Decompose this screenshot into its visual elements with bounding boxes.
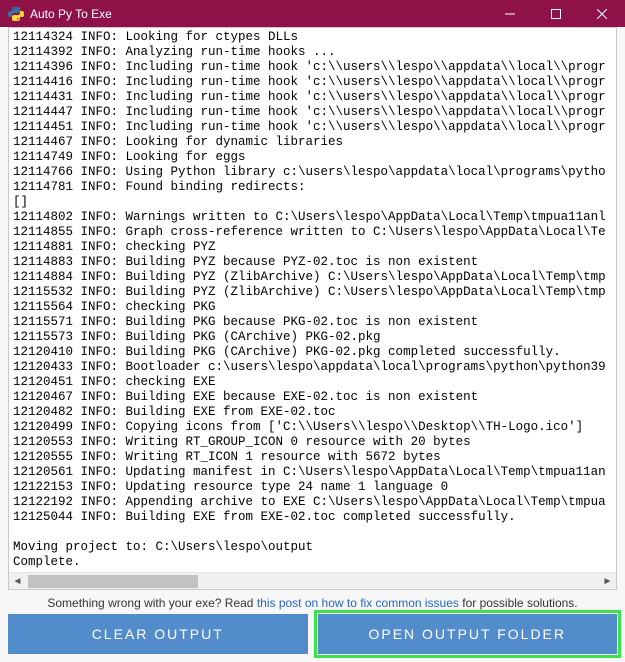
open-output-folder-button[interactable]: OPEN OUTPUT FOLDER xyxy=(318,614,618,654)
scroll-left-icon[interactable]: ◄ xyxy=(9,573,26,590)
footer-note: Something wrong with your exe? Read this… xyxy=(8,590,617,614)
footer-text-prefix: Something wrong with your exe? Read xyxy=(47,596,256,610)
minimize-button[interactable] xyxy=(487,0,533,27)
footer-text-suffix: for possible solutions. xyxy=(459,596,578,610)
horizontal-scrollbar[interactable]: ◄ ► xyxy=(9,572,616,589)
maximize-button[interactable] xyxy=(533,0,579,27)
output-log[interactable]: 12114324 INFO: Looking for ctypes DLLs 1… xyxy=(9,28,616,572)
close-button[interactable] xyxy=(579,0,625,27)
footer-link[interactable]: this post on how to fix common issues xyxy=(257,596,459,610)
scroll-right-icon[interactable]: ► xyxy=(599,573,616,590)
window-title: Auto Py To Exe xyxy=(30,7,112,21)
titlebar: Auto Py To Exe xyxy=(0,0,625,27)
titlebar-controls xyxy=(487,0,625,27)
output-panel: 12114324 INFO: Looking for ctypes DLLs 1… xyxy=(8,27,617,590)
clear-output-button[interactable]: CLEAR OUTPUT xyxy=(8,614,308,654)
app-window: Auto Py To Exe 12114324 INFO: Looking fo… xyxy=(0,0,625,662)
content-area: 12114324 INFO: Looking for ctypes DLLs 1… xyxy=(0,27,625,662)
app-icon xyxy=(8,6,24,22)
titlebar-left: Auto Py To Exe xyxy=(8,6,112,22)
scroll-track[interactable] xyxy=(26,573,599,589)
button-row: CLEAR OUTPUT OPEN OUTPUT FOLDER xyxy=(8,614,617,654)
scroll-thumb[interactable] xyxy=(28,575,198,588)
